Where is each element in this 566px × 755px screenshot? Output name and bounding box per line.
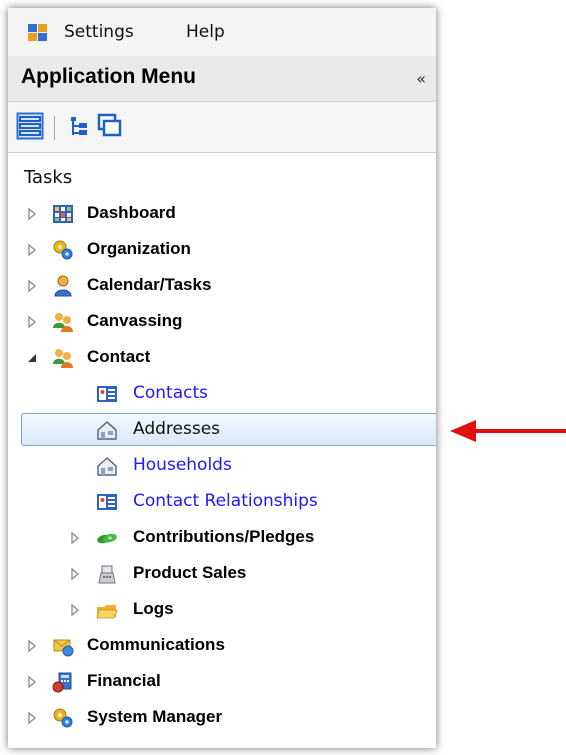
- tree-item-households[interactable]: Households: [8, 449, 436, 482]
- toolbar-separator: [54, 116, 55, 140]
- tree-item-addresses[interactable]: Addresses: [8, 413, 436, 446]
- expand-arrow-icon[interactable]: [70, 532, 80, 544]
- tree-item-financial[interactable]: Financial: [8, 665, 436, 698]
- tree-item-contact[interactable]: Contact: [8, 341, 436, 374]
- pointer-arrow-icon: [450, 420, 566, 442]
- tasks-heading: Tasks: [24, 167, 73, 188]
- tree-item-label: Calendar/Tasks: [87, 275, 212, 294]
- organization-icon: [53, 240, 73, 260]
- tree-item-label: Contacts: [133, 383, 208, 403]
- contact-card-icon: [97, 386, 117, 402]
- expand-arrow-icon[interactable]: [27, 676, 37, 688]
- tree-item-label: Canvassing: [87, 311, 183, 330]
- tree-item-label: Dashboard: [87, 203, 176, 222]
- tree-item-label: Financial: [87, 671, 161, 690]
- help-menu[interactable]: Help: [186, 22, 225, 42]
- windows-icon[interactable]: [96, 112, 124, 140]
- tree-item-contacts[interactable]: Contacts: [8, 377, 436, 410]
- list-view-icon[interactable]: [16, 112, 44, 140]
- tree-item-contributions-pledges[interactable]: Contributions/Pledges: [8, 521, 436, 554]
- calendar-tasks-icon: [54, 275, 72, 297]
- expand-arrow-icon[interactable]: [27, 280, 37, 292]
- application-window: Settings Help Application Menu « Tasks D…: [8, 8, 436, 748]
- expand-arrow-icon[interactable]: [27, 244, 37, 256]
- panel-header: Application Menu «: [8, 56, 436, 102]
- financial-icon: [52, 672, 72, 693]
- folder-icon: [96, 605, 118, 619]
- house-icon: [97, 421, 117, 440]
- tree-item-communications[interactable]: Communications: [8, 629, 436, 662]
- app-icon: [28, 24, 47, 41]
- tree-view-icon[interactable]: [66, 112, 94, 140]
- collapse-arrow-icon[interactable]: [27, 352, 37, 364]
- dashboard-icon: [53, 205, 73, 223]
- view-toolbar: [8, 102, 436, 153]
- communications-icon: [53, 639, 74, 657]
- tree-item-label: Logs: [133, 599, 174, 618]
- tree-item-label: Organization: [87, 239, 191, 258]
- tree-item-label: System Manager: [87, 707, 223, 726]
- contact-icon: [53, 349, 73, 368]
- tree-item-logs[interactable]: Logs: [8, 593, 436, 626]
- money-icon: [97, 533, 117, 544]
- tree-item-label: Product Sales: [133, 563, 247, 582]
- tree-item-organization[interactable]: Organization: [8, 233, 436, 266]
- tree-item-product-sales[interactable]: Product Sales: [8, 557, 436, 590]
- tree-item-label: Contributions/Pledges: [133, 527, 315, 546]
- panel-title: Application Menu: [21, 65, 196, 88]
- tree-item-label: Contact: [87, 347, 151, 366]
- tree-item-dashboard[interactable]: Dashboard: [8, 197, 436, 230]
- contact-card-icon: [97, 494, 117, 510]
- menu-bar: Settings Help: [8, 8, 436, 57]
- tree-item-label: Contact Relationships: [133, 491, 318, 511]
- register-icon: [98, 565, 116, 584]
- settings-menu[interactable]: Settings: [64, 22, 134, 42]
- tree-item-label: Households: [133, 455, 232, 475]
- expand-arrow-icon[interactable]: [70, 568, 80, 580]
- expand-arrow-icon[interactable]: [27, 208, 37, 220]
- tree-item-calendar-tasks[interactable]: Calendar/Tasks: [8, 269, 436, 302]
- expand-arrow-icon[interactable]: [27, 712, 37, 724]
- collapse-icon[interactable]: «: [416, 69, 426, 88]
- tree-item-canvassing[interactable]: Canvassing: [8, 305, 436, 338]
- tree-item-system-manager[interactable]: System Manager: [8, 701, 436, 734]
- tree-item-contact-relationships[interactable]: Contact Relationships: [8, 485, 436, 518]
- expand-arrow-icon[interactable]: [27, 316, 37, 328]
- tree-item-label: Addresses: [133, 419, 221, 439]
- expand-arrow-icon[interactable]: [27, 640, 37, 652]
- canvassing-icon: [53, 313, 73, 332]
- system-manager-icon: [53, 708, 73, 728]
- tree-item-label: Communications: [87, 635, 225, 654]
- house-icon: [97, 457, 117, 476]
- expand-arrow-icon[interactable]: [70, 604, 80, 616]
